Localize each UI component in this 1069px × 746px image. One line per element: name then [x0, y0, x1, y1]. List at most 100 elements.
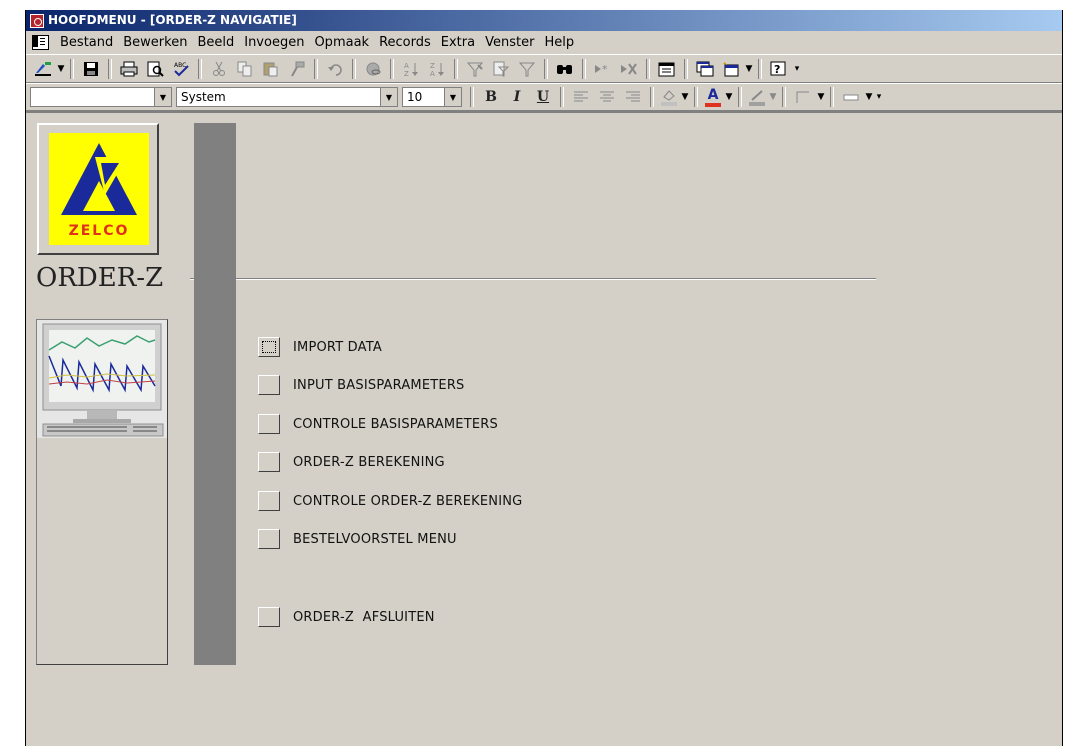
save-icon[interactable]	[79, 58, 103, 80]
access-window: HOOFDMENU - [ORDER-Z NAVIGATIE] Bestand …	[25, 10, 1063, 746]
format-painter-icon[interactable]	[285, 58, 309, 80]
new-object-icon[interactable]	[719, 58, 743, 80]
menu-option-controle-order-z-berekening[interactable]: CONTROLE ORDER-Z BEREKENING	[258, 491, 522, 511]
align-right-icon[interactable]	[621, 86, 645, 108]
svg-text:Z: Z	[430, 62, 435, 70]
print-icon[interactable]	[117, 58, 141, 80]
toolbar-separator	[738, 87, 742, 107]
border-width-icon[interactable]	[791, 86, 815, 108]
align-left-icon[interactable]	[569, 86, 593, 108]
chevron-down-icon[interactable]: ▼	[154, 88, 171, 106]
menu-help[interactable]: Help	[539, 31, 579, 54]
font-size-combo[interactable]: 10 ▼	[402, 87, 462, 107]
font-color-dropdown-arrow[interactable]: ▼	[724, 92, 734, 102]
spelling-icon[interactable]: ABC	[169, 58, 193, 80]
bold-button[interactable]: B	[479, 86, 503, 108]
toolbar-separator	[646, 58, 650, 79]
toolbar-separator	[650, 87, 654, 107]
controle-order-z-berekening-button[interactable]	[258, 491, 280, 511]
apply-filter-icon[interactable]	[515, 58, 539, 80]
title-divider-line	[190, 278, 876, 280]
sort-descending-icon[interactable]: ZA	[425, 58, 449, 80]
menu-option-order-z-afsluiten[interactable]: ORDER-Z AFSLUITEN	[258, 607, 435, 627]
menu-invoegen[interactable]: Invoegen	[239, 31, 309, 54]
toolbar-separator	[70, 58, 74, 79]
import-data-button[interactable]	[258, 337, 280, 357]
new-record-icon[interactable]: *	[591, 58, 615, 80]
italic-button[interactable]: I	[505, 86, 529, 108]
help-dropdown-arrow[interactable]: ▾	[792, 64, 802, 74]
object-combo[interactable]: ▼	[30, 87, 172, 107]
input-basisparameters-label: INPUT BASISPARAMETERS	[293, 377, 465, 393]
bestelvoorstel-menu-button[interactable]	[258, 529, 280, 549]
menu-records[interactable]: Records	[374, 31, 436, 54]
cut-icon[interactable]	[207, 58, 231, 80]
database-window-icon[interactable]	[693, 58, 717, 80]
align-center-icon[interactable]	[595, 86, 619, 108]
order-z-afsluiten-button[interactable]	[258, 607, 280, 627]
menu-bewerken[interactable]: Bewerken	[118, 31, 192, 54]
filter-by-form-icon[interactable]	[489, 58, 513, 80]
filter-by-selection-icon[interactable]	[463, 58, 487, 80]
fill-color-icon[interactable]	[658, 87, 680, 107]
special-effect-icon[interactable]	[839, 86, 863, 108]
help-icon[interactable]: ?	[767, 58, 791, 80]
menu-beeld[interactable]: Beeld	[192, 31, 239, 54]
find-icon[interactable]	[553, 58, 577, 80]
vertical-divider-bar	[194, 123, 236, 665]
border-width-dropdown-arrow[interactable]: ▼	[816, 92, 826, 102]
toolbar-separator	[560, 87, 564, 107]
copy-icon[interactable]	[233, 58, 257, 80]
print-preview-icon[interactable]	[143, 58, 167, 80]
special-effect-dropdown-arrow[interactable]: ▼	[864, 92, 874, 102]
underline-button[interactable]: U	[531, 86, 555, 108]
svg-text:?: ?	[774, 63, 780, 76]
delete-record-icon[interactable]	[617, 58, 641, 80]
standard-toolbar: ▼ ABC A Z Z A * ▼ ? ▾	[26, 54, 1062, 83]
chevron-down-icon[interactable]: ▼	[380, 88, 397, 106]
logo-frame: ZELCO	[37, 123, 159, 255]
controle-basisparameters-button[interactable]	[258, 414, 280, 434]
toolbar-separator	[694, 87, 698, 107]
hyperlink-icon[interactable]	[361, 58, 385, 80]
menu-option-controle-basisparameters[interactable]: CONTROLE BASISPARAMETERS	[258, 414, 498, 434]
zelco-logo: ZELCO	[49, 133, 149, 245]
line-color-icon[interactable]	[746, 87, 768, 107]
input-basisparameters-button[interactable]	[258, 375, 280, 395]
menu-bestand[interactable]: Bestand	[55, 31, 118, 54]
new-object-dropdown-arrow[interactable]: ▼	[744, 64, 754, 74]
design-view-icon[interactable]	[31, 58, 55, 80]
document-control-icon[interactable]	[32, 35, 49, 50]
toolbar-separator	[782, 87, 786, 107]
import-data-label: IMPORT DATA	[293, 339, 382, 355]
properties-icon[interactable]	[655, 58, 679, 80]
font-color-icon[interactable]: A	[702, 87, 724, 107]
sort-ascending-icon[interactable]: AZ	[399, 58, 423, 80]
menu-option-input-basisparameters[interactable]: INPUT BASISPARAMETERS	[258, 375, 465, 395]
menu-venster[interactable]: Venster	[480, 31, 539, 54]
menu-extra[interactable]: Extra	[436, 31, 480, 54]
chevron-down-icon[interactable]: ▼	[444, 88, 461, 106]
fill-color-dropdown-arrow[interactable]: ▼	[680, 92, 690, 102]
logo-text: ZELCO	[68, 223, 130, 239]
access-key-icon[interactable]	[30, 13, 44, 28]
menu-opmaak[interactable]: Opmaak	[309, 31, 374, 54]
line-color-dropdown-arrow[interactable]: ▼	[768, 92, 778, 102]
view-dropdown-arrow[interactable]: ▼	[56, 64, 66, 74]
svg-text:ABC: ABC	[174, 62, 186, 69]
undo-icon[interactable]	[323, 58, 347, 80]
menu-option-import-data[interactable]: IMPORT DATA	[258, 337, 382, 357]
order-z-berekening-button[interactable]	[258, 452, 280, 472]
svg-text:Z: Z	[404, 70, 409, 77]
controle-order-z-berekening-label: CONTROLE ORDER-Z BEREKENING	[293, 493, 523, 509]
toolbar-separator	[198, 58, 202, 79]
font-color-letter: A	[707, 86, 719, 103]
toolbar-separator	[470, 87, 474, 107]
menu-option-bestelvoorstel-menu[interactable]: BESTELVOORSTEL MENU	[258, 529, 457, 549]
paste-icon[interactable]	[259, 58, 283, 80]
toolbar-overflow-arrow[interactable]: ▾	[874, 92, 884, 102]
monitor-picture	[37, 320, 167, 438]
menu-option-order-z-berekening[interactable]: ORDER-Z BEREKENING	[258, 452, 445, 472]
font-name-combo[interactable]: System ▼	[176, 87, 398, 107]
toolbar-separator	[830, 87, 834, 107]
